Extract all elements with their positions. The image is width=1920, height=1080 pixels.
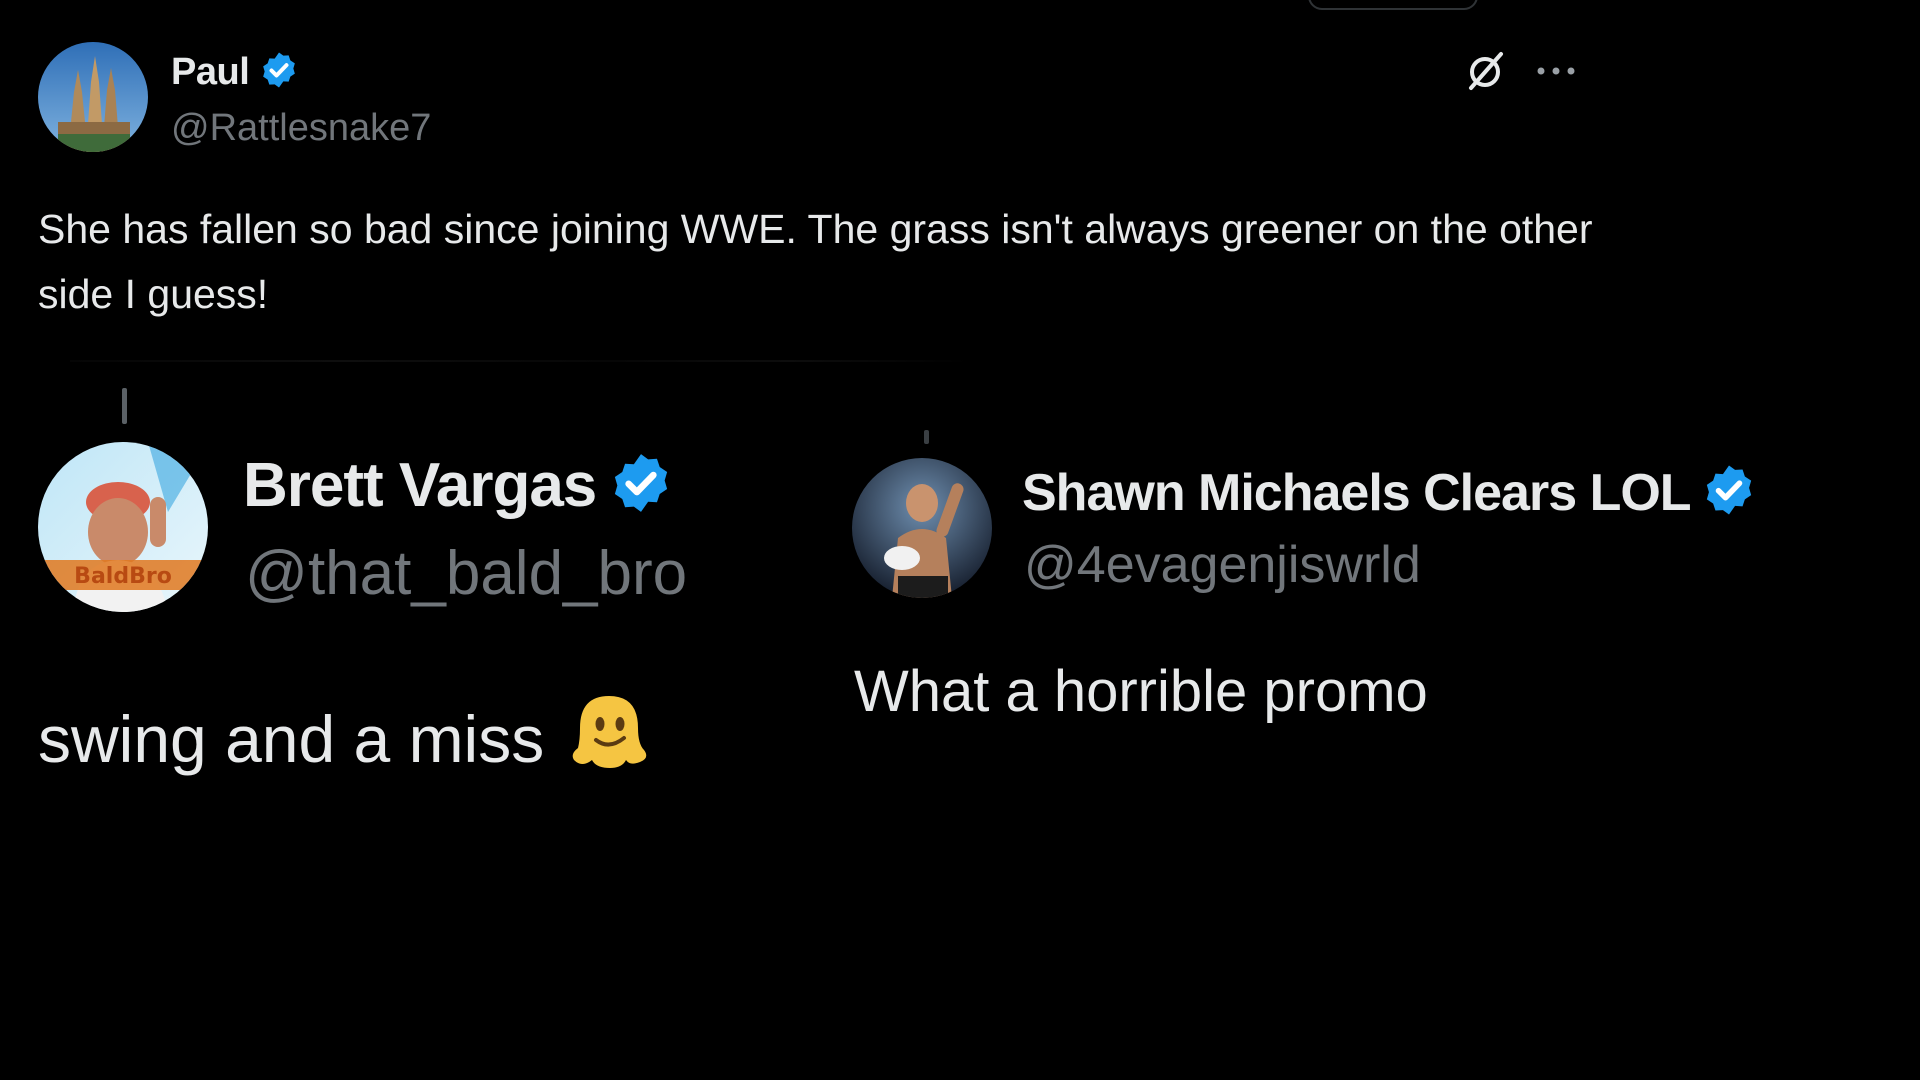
- verified-badge-icon: [259, 50, 299, 95]
- reply-card[interactable]: Shawn Michaels Clears LOL @4evagenjiswrl…: [852, 430, 1852, 750]
- reply-author-name[interactable]: Brett Vargas: [243, 450, 597, 521]
- reply-text-content: swing and a miss: [38, 701, 545, 776]
- reply-author-row: Brett Vargas: [243, 450, 674, 521]
- reply-text: What a horrible promo: [854, 659, 1428, 724]
- melting-face-emoji-icon: [566, 688, 652, 789]
- post-actions: [1463, 48, 1577, 94]
- grok-icon[interactable]: [1463, 48, 1509, 94]
- avatar[interactable]: [38, 42, 148, 152]
- reply-text: swing and a miss: [38, 688, 652, 789]
- avatar[interactable]: [852, 458, 992, 598]
- reply-author-row: Shawn Michaels Clears LOL: [1022, 462, 1757, 523]
- svg-text:BaldBro: BaldBro: [74, 564, 172, 589]
- post-author-name[interactable]: Paul: [171, 51, 250, 94]
- reply-card[interactable]: BaldBro Brett Vargas @that_bald_bro swin…: [38, 388, 798, 788]
- verified-badge-icon: [1701, 462, 1757, 523]
- thread-line: [924, 430, 929, 444]
- post-author-row: Paul: [171, 50, 299, 95]
- reply-author-handle[interactable]: @4evagenjiswrld: [1024, 535, 1421, 595]
- reply-author-name[interactable]: Shawn Michaels Clears LOL: [1022, 463, 1692, 523]
- post-text: She has fallen so bad since joining WWE.…: [38, 206, 1593, 317]
- divider: [70, 360, 970, 362]
- reply-thread-view: Paul @Rattlesnake7 She has fallen so bad…: [0, 0, 1920, 1080]
- more-options-icon[interactable]: [1535, 65, 1577, 77]
- thread-line: [122, 388, 127, 424]
- verified-badge-icon: [608, 450, 674, 521]
- avatar[interactable]: BaldBro: [38, 442, 208, 612]
- reply-author-handle[interactable]: @that_bald_bro: [245, 538, 687, 609]
- post-author-handle[interactable]: @Rattlesnake7: [171, 107, 431, 150]
- top-pill-button[interactable]: [1308, 0, 1478, 10]
